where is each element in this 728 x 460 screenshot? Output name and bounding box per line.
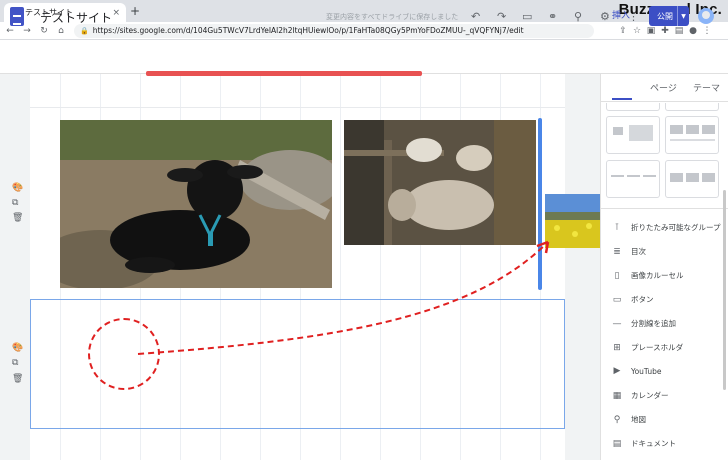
insert-document[interactable]: ▤ ドキュメント (612, 438, 676, 449)
collapsible-group-icon: ⊺ (614, 222, 620, 233)
insert-button[interactable]: ▭ ボタン (612, 294, 654, 305)
insert-youtube[interactable]: ▶ YouTube (612, 366, 662, 376)
youtube-icon: ▶ (613, 366, 621, 376)
insert-collapsible-group[interactable]: ⊺ 折りたたみ可能なグループ (612, 222, 721, 233)
divider-icon: — (612, 318, 622, 329)
layout-tile-image-text[interactable] (606, 116, 660, 154)
tab-insert[interactable]: 挿入 (612, 8, 630, 21)
panel-scrollbar[interactable] (723, 190, 726, 390)
insert-calendar[interactable]: ▦ カレンダー (612, 390, 669, 401)
button-icon: ▭ (612, 294, 622, 305)
insert-divider[interactable]: — 分割線を追加 (612, 318, 677, 329)
tab-pages[interactable]: ページ (650, 81, 677, 94)
active-tab-indicator (612, 98, 632, 100)
layout-tile-text-columns[interactable] (606, 160, 660, 198)
placeholder-icon: ⊞ (613, 342, 621, 353)
carousel-icon: ▯ (614, 270, 620, 281)
insert-carousel[interactable]: ▯ 画像カルーセル (612, 270, 684, 281)
layout-tile-three-images[interactable] (665, 116, 719, 154)
insert-placeholder[interactable]: ⊞ プレースホルダ (612, 342, 683, 353)
map-icon: ⚲ (613, 414, 621, 425)
toc-icon: ≣ (613, 246, 621, 257)
document-icon: ▤ (612, 438, 622, 449)
layout-tile-image-columns[interactable] (665, 160, 719, 198)
layout-tile[interactable] (665, 103, 719, 111)
insert-toc[interactable]: ≣ 目次 (612, 246, 646, 257)
calendar-icon: ▦ (612, 390, 622, 401)
insert-map[interactable]: ⚲ 地図 (612, 414, 646, 425)
layout-tile[interactable] (606, 103, 660, 111)
tab-themes[interactable]: テーマ (693, 81, 720, 94)
